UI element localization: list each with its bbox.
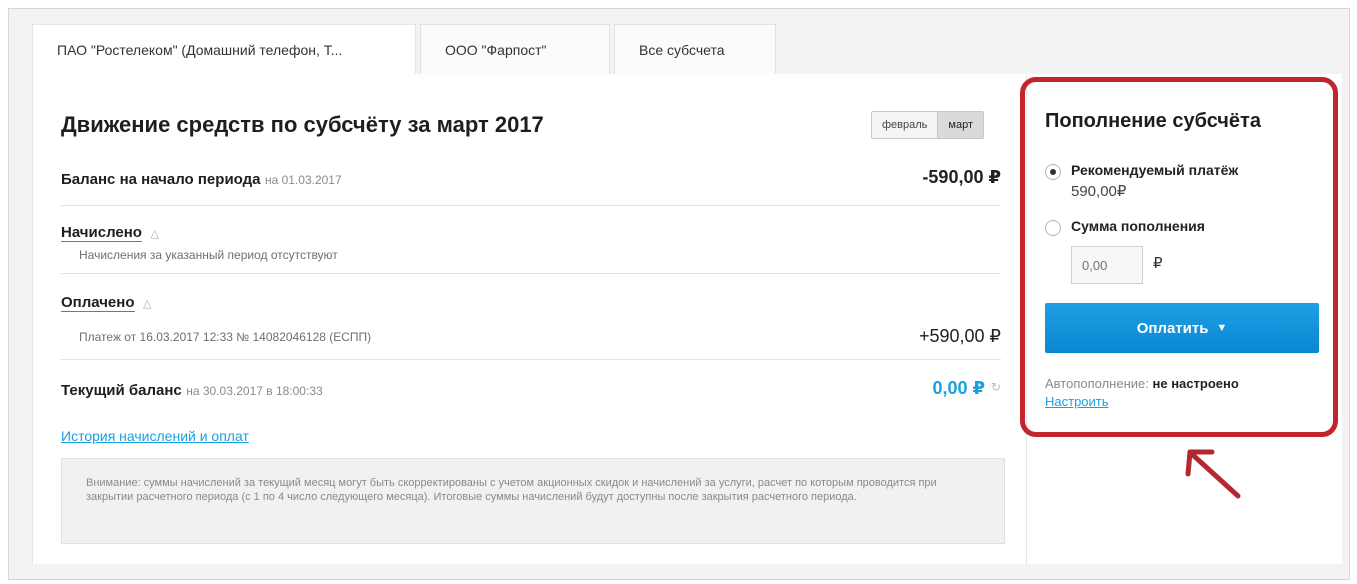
custom-amount-input[interactable] [1071, 246, 1143, 284]
currency-sign: ₽ [1153, 255, 1163, 272]
caret-up-icon: △ [150, 228, 159, 240]
opening-balance-amount: -590,00 ₽ [922, 167, 1001, 187]
tab-rostelecom[interactable]: ПАО "Ростелеком" (Домашний телефон, Т... [32, 24, 416, 74]
history-link[interactable]: История начислений и оплат [61, 428, 249, 444]
chevron-down-icon: ▼ [1216, 322, 1228, 334]
autotopup-label: Автопополнение: [1045, 376, 1149, 391]
paid-amount: +590,00 ₽ [918, 326, 1001, 346]
account-tabs: ПАО "Ростелеком" (Домашний телефон, Т...… [32, 24, 776, 74]
custom-amount-radio[interactable] [1045, 220, 1061, 236]
current-balance-date: на 30.03.2017 в 18:00:33 [186, 384, 323, 398]
month-march-button[interactable]: март [937, 112, 984, 138]
page-title: Движение средств по субсчёту за март 201… [61, 112, 544, 137]
month-toggle: февраль март [871, 111, 985, 139]
custom-amount-label: Сумма пополнения [1071, 218, 1205, 234]
paid-row: Оплачено △ Платеж от 16.03.2017 12:33 № … [61, 274, 1001, 360]
opening-balance-date: на 01.03.2017 [264, 173, 342, 187]
top-up-title: Пополнение субсчёта [1045, 110, 1261, 132]
paid-toggle[interactable]: Оплачено [61, 294, 135, 312]
funds-movement-panel: Движение средств по субсчёту за март 201… [32, 74, 1026, 564]
current-balance-label: Текущий баланс [61, 382, 182, 399]
tab-farpost[interactable]: ООО "Фарпост" [420, 24, 610, 74]
current-balance-amount: 0,00 ₽ [932, 378, 985, 398]
notice-box: Внимание: суммы начислений за текущий ме… [61, 458, 1005, 544]
accrued-toggle[interactable]: Начислено [61, 224, 142, 242]
caret-up-icon: △ [142, 298, 152, 310]
autotopup-setup-link[interactable]: Настроить [1045, 394, 1109, 409]
autotopup-value: не настроено [1152, 376, 1239, 391]
accrued-row: Начислено △ Начисления за указанный пери… [61, 206, 1001, 274]
tab-all-subaccounts[interactable]: Все субсчета [614, 24, 776, 74]
payment-record: Платеж от 16.03.2017 12:33 № 14082046128… [79, 330, 372, 344]
current-balance-row: Текущий баланс на 30.03.2017 в 18:00:33 … [61, 360, 1001, 412]
recommended-payment-label: Рекомендуемый платёж [1071, 162, 1239, 178]
month-february-button[interactable]: февраль [872, 112, 938, 138]
recommended-payment-value: 590,00₽ [1071, 183, 1127, 200]
refresh-icon[interactable]: ↻ [991, 380, 1001, 394]
accrued-note: Начисления за указанный период отсутству… [79, 248, 338, 262]
pay-button-label: Оплатить [1136, 319, 1209, 337]
pointer-arrow-icon [1185, 449, 1241, 499]
opening-balance-label: Баланс на начало периода [61, 171, 261, 188]
autotopup-status: Автопополнение: не настроено [1045, 376, 1239, 391]
opening-balance-row: Баланс на начало периода на 01.03.2017 -… [61, 152, 1001, 206]
recommended-payment-radio[interactable] [1045, 164, 1061, 180]
pay-button[interactable]: Оплатить ▼ [1045, 303, 1319, 353]
